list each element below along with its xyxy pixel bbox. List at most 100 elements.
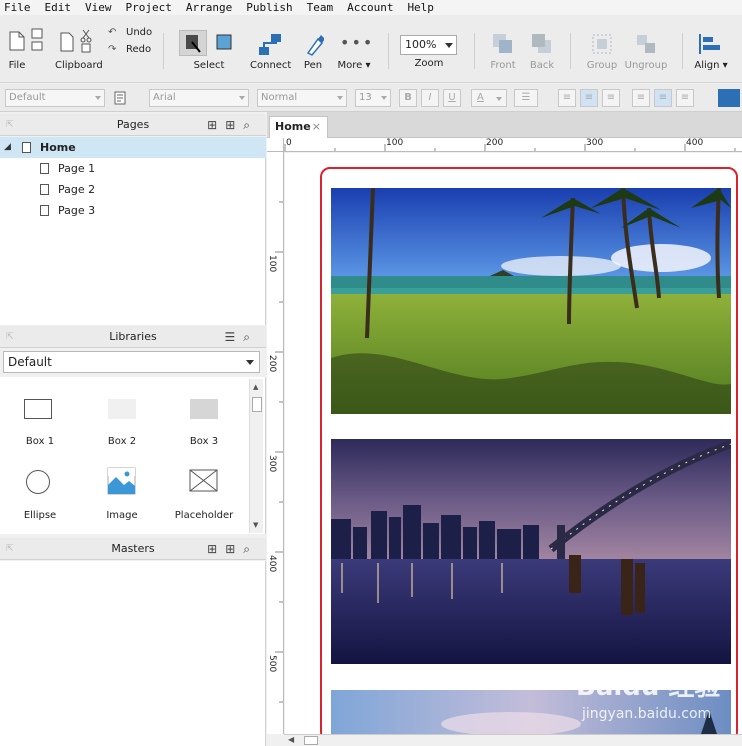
menu-icon[interactable]: ☰ (225, 330, 244, 344)
add-folder-icon[interactable]: ⊞ (225, 542, 243, 556)
widget-ellipse[interactable]: Ellipse (0, 455, 80, 525)
watermark-url: jingyan.baidu.com (582, 706, 712, 722)
pin-icon[interactable]: ⇱ (6, 538, 14, 560)
page-item-page2[interactable]: Page 2 (0, 179, 266, 200)
widget-placeholder[interactable]: Placeholder (164, 455, 244, 525)
search-icon[interactable]: ⌕ (243, 330, 258, 344)
clipboard-button[interactable]: Clipboard (55, 29, 103, 79)
scroll-up-icon[interactable]: ▲ (253, 383, 258, 391)
image-icon (107, 467, 136, 495)
ruler-label: 100 (386, 138, 404, 148)
underline-button[interactable]: U (443, 89, 461, 107)
close-icon[interactable]: × (312, 117, 321, 137)
library-select[interactable]: Default (3, 351, 260, 373)
menu-team[interactable]: Team (307, 1, 334, 14)
canvas-horizontal-scrollbar[interactable]: ◀ (284, 734, 742, 746)
new-file-icon (9, 31, 25, 51)
align-left-icon: ≡ (562, 92, 572, 103)
redo-button[interactable]: ↷ Redo (108, 44, 152, 58)
chevron-down-icon (381, 96, 387, 100)
font-family-select[interactable]: Arial (149, 89, 249, 107)
pin-icon[interactable]: ⇱ (6, 114, 14, 136)
menu-view[interactable]: View (85, 1, 112, 14)
pages-panel-header: ⇱ Pages ⊞⊞⌕ (0, 114, 266, 136)
align-bottom-icon: ≡ (680, 92, 690, 103)
font-weight-select[interactable]: Normal (257, 89, 347, 107)
widget-box3[interactable]: Box 3 (164, 381, 244, 451)
widget-box1[interactable]: Box 1 (0, 381, 80, 451)
font-size-select[interactable]: 13 (355, 89, 391, 107)
chevron-down-icon (337, 96, 343, 100)
pen-button[interactable]: Pen (298, 29, 328, 79)
chevron-down-icon (95, 96, 101, 100)
pin-icon[interactable]: ⇱ (6, 326, 14, 348)
undo-icon: ↶ (108, 27, 117, 38)
style-select[interactable]: Default (5, 89, 105, 107)
expand-triangle-icon[interactable]: ◢ (4, 137, 11, 158)
front-button[interactable]: Front (486, 29, 520, 79)
scroll-down-icon[interactable]: ▼ (253, 521, 258, 529)
menu-publish[interactable]: Publish (246, 1, 292, 14)
page-item-page3[interactable]: Page 3 (0, 200, 266, 221)
add-master-icon[interactable]: ⊞ (207, 542, 225, 556)
save-open-icon[interactable] (31, 28, 43, 52)
ruler-label: 400 (267, 555, 277, 573)
select-icon (186, 34, 232, 53)
zoom-control[interactable]: 100% Zoom (400, 35, 458, 77)
select-button[interactable]: Select (178, 27, 240, 79)
widget-image[interactable]: Image (82, 455, 162, 525)
align-bottom-button[interactable]: ≡ (676, 89, 694, 107)
menu-edit[interactable]: Edit (45, 1, 72, 14)
bullet-list-button[interactable]: ☰ (514, 89, 538, 107)
ruler-ticks (275, 201, 283, 703)
scroll-thumb[interactable] (252, 397, 262, 412)
pages-actions: ⊞⊞⌕ (207, 114, 258, 136)
libraries-panel-header: ⇱ Libraries ☰⌕ (0, 326, 266, 348)
page-item-page1[interactable]: Page 1 (0, 158, 266, 179)
masters-actions: ⊞⊞⌕ (207, 538, 258, 560)
menu-help[interactable]: Help (407, 1, 434, 14)
align-text-right-button[interactable]: ≡ (602, 89, 620, 107)
menu-account[interactable]: Account (347, 1, 393, 14)
page-item-home[interactable]: ◢ Home (0, 137, 266, 158)
redo-icon: ↷ (108, 44, 117, 55)
group-button[interactable]: Group (585, 29, 619, 79)
pen-icon (306, 35, 324, 56)
menu-bar: File Edit View Project Arrange Publish T… (0, 0, 742, 15)
search-icon[interactable]: ⌕ (243, 542, 258, 556)
scroll-left-icon[interactable]: ◀ (288, 735, 294, 744)
undo-button[interactable]: ↶ Undo (108, 27, 152, 41)
send-back-icon (532, 34, 551, 53)
selection-highlight (320, 167, 738, 742)
tab-home[interactable]: Home × (269, 116, 328, 138)
connect-button[interactable]: Connect (250, 29, 291, 79)
align-middle-button[interactable]: ≡ (654, 89, 672, 107)
list-icon: ☰ (521, 92, 531, 103)
font-color-button[interactable]: A (471, 89, 507, 107)
menu-file[interactable]: File (4, 1, 31, 14)
bold-button[interactable]: B (399, 89, 417, 107)
ungroup-button[interactable]: Ungroup (624, 29, 668, 79)
align-button[interactable]: Align ▾ (692, 29, 730, 79)
align-text-center-button[interactable]: ≡ (580, 89, 598, 107)
scroll-thumb[interactable] (304, 736, 318, 745)
library-scrollbar[interactable]: ▲ ▼ (249, 379, 263, 533)
menu-arrange[interactable]: Arrange (186, 1, 232, 14)
fill-color-button[interactable] (718, 89, 740, 107)
back-button[interactable]: Back (525, 29, 559, 79)
align-text-left-button[interactable]: ≡ (558, 89, 576, 107)
more-button[interactable]: ••• More ▾ (336, 29, 373, 79)
masters-panel-header: ⇱ Masters ⊞⊞⌕ (0, 538, 266, 560)
add-page-icon[interactable]: ⊞ (207, 118, 225, 132)
horizontal-ruler: 0 100 200 300 400 (284, 138, 742, 152)
page-icon (40, 179, 57, 200)
menu-project[interactable]: Project (126, 1, 172, 14)
widget-box2[interactable]: Box 2 (82, 381, 162, 451)
align-top-button[interactable]: ≡ (632, 89, 650, 107)
italic-button[interactable]: I (421, 89, 439, 107)
widget-library: Box 1 Box 2 Box 3 Ellipse Image Placehol… (0, 377, 266, 534)
file-button[interactable]: File (4, 29, 30, 79)
style-editor-icon[interactable] (113, 90, 129, 106)
add-folder-icon[interactable]: ⊞ (225, 118, 243, 132)
search-icon[interactable]: ⌕ (243, 118, 258, 132)
